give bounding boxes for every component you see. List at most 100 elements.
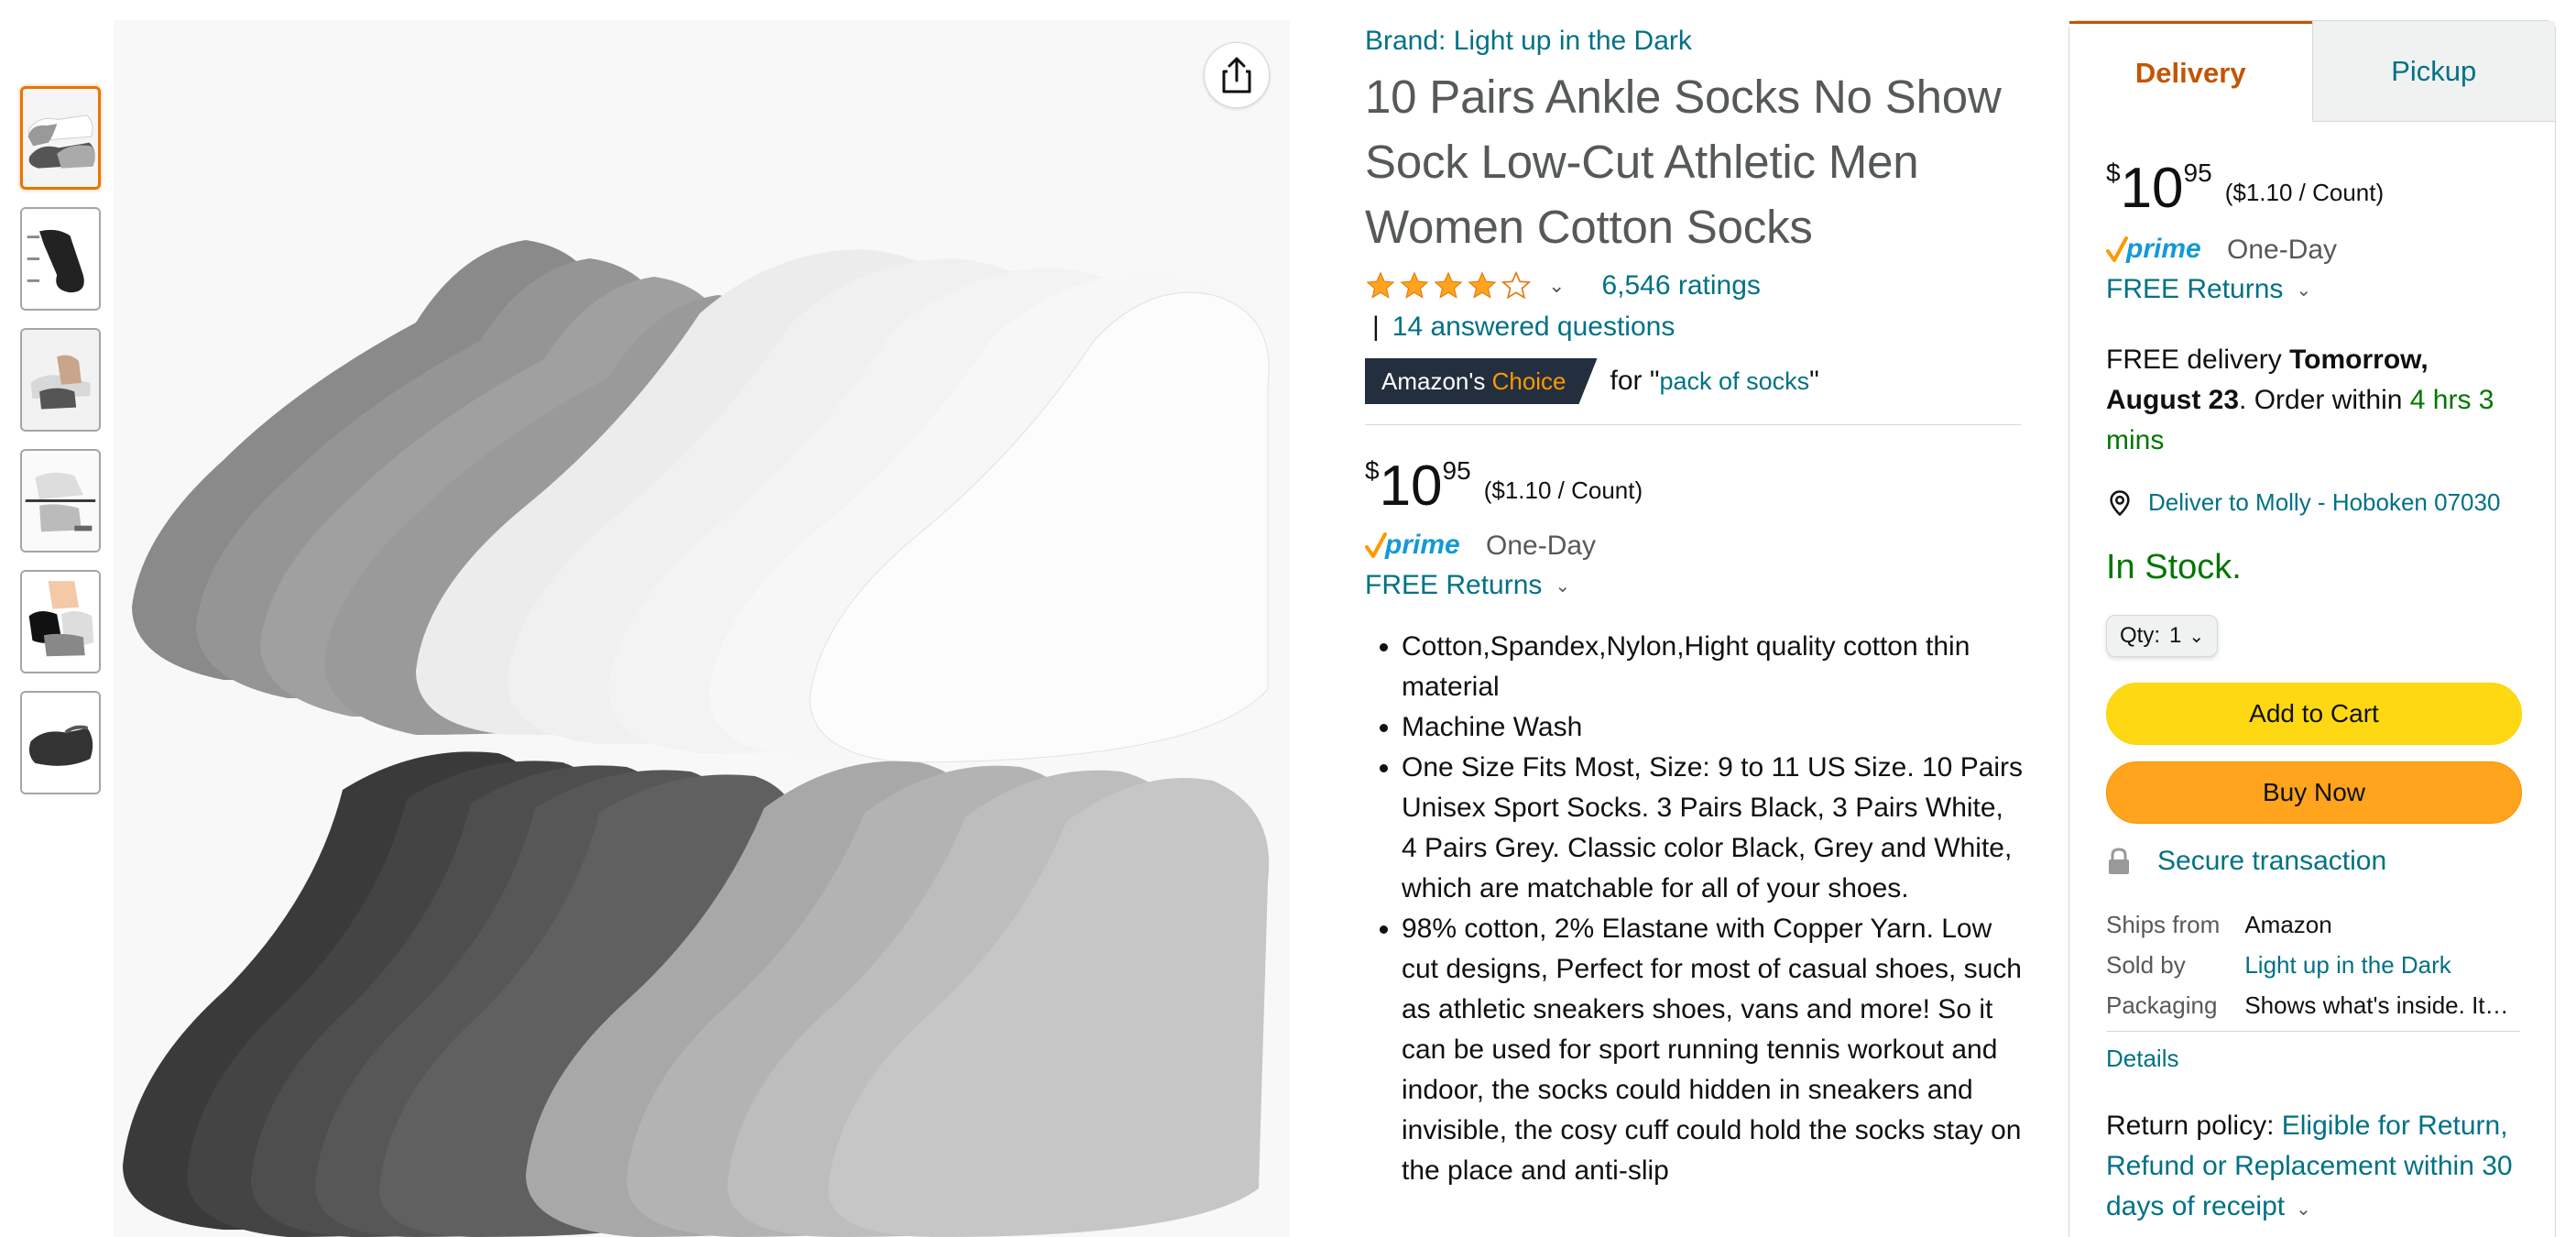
choice-word: Choice <box>1491 367 1566 395</box>
free-returns-label: FREE Returns <box>2106 274 2284 304</box>
thumbnail-worn-socks-image <box>22 572 99 672</box>
qty-label: Qty: <box>2120 623 2161 648</box>
deliver-to-address: Deliver to Molly - Hoboken 07030 <box>2148 488 2501 516</box>
ships-from-label: Ships from <box>2106 911 2221 938</box>
buybox-price: $ 10 95 ($1.10 / Count) <box>2106 159 2518 219</box>
delivery-prefix: FREE delivery <box>2106 345 2290 375</box>
feature-bullet: One Size Fits Most, Size: 9 to 11 US Siz… <box>1402 748 2025 909</box>
choice-prefix: Amazon's <box>1381 367 1486 395</box>
details-link[interactable]: Details <box>2106 1045 2518 1073</box>
divider <box>2106 1031 2520 1032</box>
star-full-icon <box>1434 271 1463 299</box>
ships-from-value: Amazon <box>2244 911 2332 938</box>
price-fraction: 95 <box>1442 456 1471 485</box>
star-empty-icon <box>1501 270 1532 300</box>
prime-speed: One-Day <box>2227 235 2338 265</box>
packaging-label: Packaging <box>2106 991 2218 1019</box>
secure-transaction-link[interactable]: Secure transaction <box>2106 846 2518 877</box>
questions-row: | 14 answered questions <box>1365 307 2025 347</box>
feature-bullet: 98% cotton, 2% Elastane with Copper Yarn… <box>1402 909 2025 1191</box>
tab-delivery[interactable]: Delivery <box>2069 21 2312 122</box>
price-whole: 10 <box>1379 454 1443 518</box>
choice-for-text: for "pack of socks" <box>1610 366 1819 397</box>
product-title: 10 Pairs Ankle Socks No Show Sock Low-Cu… <box>1365 71 2002 253</box>
amazons-choice-badge: Amazon's Choice <box>1365 358 1598 404</box>
thumbnail-1[interactable] <box>20 86 101 190</box>
price-block: $ 10 95 ($1.10 / Count) <box>1365 456 2025 517</box>
chevron-down-icon: ⌄ <box>1555 575 1571 597</box>
ratings-count-link[interactable]: 6,546 ratings <box>1601 270 1760 301</box>
deliver-to-link[interactable]: Deliver to Molly - Hoboken 07030 <box>2106 488 2518 517</box>
sold-by-label: Sold by <box>2106 951 2186 979</box>
amazons-choice-row: Amazon's Choice for "pack of socks" <box>1365 358 2025 404</box>
stock-status: In Stock. <box>2106 548 2242 586</box>
delivery-message: FREE delivery Tomorrow, August 23. Order… <box>2106 340 2518 461</box>
chevron-down-icon: ⌄ <box>2296 279 2312 301</box>
socks-product-photo <box>114 20 1290 1237</box>
feature-bullet: Machine Wash <box>1402 707 2025 748</box>
seller-info-table: Ships from Amazon Sold by Light up in th… <box>2106 904 2518 1025</box>
star-full-icon <box>1400 271 1429 299</box>
brand-link[interactable]: Brand: Light up in the Dark <box>1365 22 2025 60</box>
free-returns-label: FREE Returns <box>1365 570 1543 600</box>
product-details: Brand: Light up in the Dark 10 Pairs Ank… <box>1365 22 2025 1191</box>
thumbnail-sock-closeup-image <box>22 693 99 793</box>
buy-now-button[interactable]: Buy Now <box>2106 761 2522 824</box>
location-pin-icon <box>2110 489 2130 516</box>
secure-transaction-label: Secure transaction <box>2157 846 2387 876</box>
rating-row: ⌄ 6,546 ratings <box>1365 265 2025 307</box>
qty-value: 1 <box>2169 623 2182 648</box>
lock-icon <box>2109 848 2129 874</box>
buybox-free-returns-link[interactable]: FREE Returns ⌄ <box>2106 274 2518 305</box>
thumbnail-black-sock-image <box>22 209 99 309</box>
chevron-down-icon: ⌄ <box>2189 626 2205 647</box>
sold-by-row: Sold by Light up in the Dark <box>2106 945 2518 985</box>
share-icon <box>1222 57 1251 93</box>
prime-logo-text: prime <box>2125 234 2201 264</box>
prime-logo-text: prime <box>1384 530 1460 560</box>
choice-for-label: for " <box>1610 366 1660 396</box>
star-rating[interactable] <box>1365 270 1532 301</box>
fulfillment-tabs: Delivery Pickup <box>2069 21 2555 122</box>
ships-from-row: Ships from Amazon <box>2106 904 2518 945</box>
answered-questions-link[interactable]: 14 answered questions <box>1392 312 1675 342</box>
add-to-cart-button[interactable]: Add to Cart <box>2106 683 2522 745</box>
free-returns-link[interactable]: FREE Returns ⌄ <box>1365 570 2025 601</box>
prime-speed: One-Day <box>1486 531 1597 561</box>
price-per-unit: ($1.10 / Count) <box>2224 179 2385 206</box>
rating-chevron-down-icon[interactable]: ⌄ <box>1548 274 1565 298</box>
packaging-value: Shows what's inside. It… <box>2244 991 2509 1019</box>
star-full-icon <box>1366 271 1395 299</box>
quantity-select[interactable]: Qty: 1 ⌄ <box>2106 615 2219 657</box>
feature-bullet: Cotton,Spandex,Nylon,Hight quality cotto… <box>1402 627 2025 707</box>
price-whole: 10 <box>2120 157 2184 220</box>
price-symbol: $ <box>2106 159 2121 187</box>
main-product-image[interactable] <box>114 20 1290 1237</box>
buybox-prime-row: prime One-Day <box>2106 232 2518 268</box>
thumbnail-3[interactable] <box>20 328 101 432</box>
choice-close-quote: " <box>1809 366 1819 396</box>
prime-logo-icon: prime <box>1365 530 1460 560</box>
prime-logo-icon: prime <box>2106 234 2201 264</box>
choice-keyword-link[interactable]: pack of socks <box>1660 367 1810 395</box>
thumbnail-size-chart-image <box>22 330 99 430</box>
chevron-down-icon[interactable]: ⌄ <box>2296 1199 2311 1220</box>
separator-pipe: | <box>1372 312 1380 342</box>
buy-box: Delivery Pickup $ 10 95 ($1.10 / Count) … <box>2068 20 2556 1237</box>
star-full-icon <box>1468 271 1497 299</box>
sold-by-link[interactable]: Light up in the Dark <box>2244 945 2518 985</box>
thumbnail-features-image <box>22 451 99 551</box>
thumbnail-2[interactable] <box>20 207 101 311</box>
thumbnail-6[interactable] <box>20 691 101 794</box>
return-policy: Return policy: Eligible for Return, Refu… <box>2106 1106 2518 1230</box>
divider <box>1365 424 2021 425</box>
thumbnail-5[interactable] <box>20 570 101 673</box>
share-button[interactable] <box>1204 42 1270 108</box>
prime-badge-row: prime One-Day <box>1365 528 2025 564</box>
thumbnail-strip <box>20 86 101 812</box>
tab-pickup[interactable]: Pickup <box>2311 21 2555 122</box>
thumbnail-socks-mixed-image <box>23 89 98 187</box>
price-fraction: 95 <box>2183 159 2212 187</box>
packaging-row: Packaging Shows what's inside. It… <box>2106 985 2518 1025</box>
thumbnail-4[interactable] <box>20 449 101 553</box>
